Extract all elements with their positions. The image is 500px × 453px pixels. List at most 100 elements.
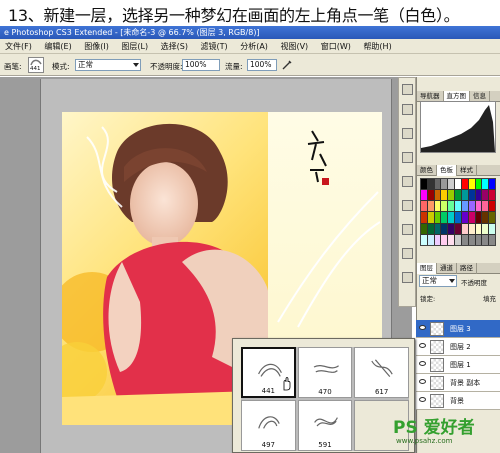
color-swatch[interactable] bbox=[421, 212, 427, 223]
color-swatch[interactable] bbox=[421, 223, 427, 234]
menu-item-help[interactable]: 帮助(H) bbox=[358, 39, 396, 54]
color-swatch[interactable] bbox=[475, 223, 482, 234]
color-swatch[interactable] bbox=[461, 223, 468, 234]
eye-icon[interactable] bbox=[419, 343, 426, 348]
color-swatch[interactable] bbox=[475, 190, 482, 201]
color-swatch[interactable] bbox=[482, 234, 489, 245]
color-swatch[interactable] bbox=[455, 223, 461, 234]
color-swatch[interactable] bbox=[468, 190, 475, 201]
swatches-grid[interactable] bbox=[420, 178, 496, 246]
eye-icon[interactable] bbox=[419, 325, 426, 330]
color-swatch[interactable] bbox=[441, 190, 448, 201]
color-swatch[interactable] bbox=[489, 201, 495, 212]
tab-layers[interactable]: 图层 bbox=[417, 263, 437, 274]
color-swatch[interactable] bbox=[421, 179, 427, 190]
color-swatch[interactable] bbox=[468, 212, 475, 223]
color-swatch[interactable] bbox=[468, 223, 475, 234]
color-swatch[interactable] bbox=[482, 223, 489, 234]
color-swatch[interactable] bbox=[434, 179, 441, 190]
color-swatch[interactable] bbox=[455, 190, 461, 201]
color-swatch[interactable] bbox=[434, 190, 441, 201]
color-swatch[interactable] bbox=[427, 201, 434, 212]
color-swatch[interactable] bbox=[461, 190, 468, 201]
brush-preset-button[interactable]: 441 bbox=[28, 57, 44, 73]
color-swatch[interactable] bbox=[421, 234, 427, 245]
color-swatch[interactable] bbox=[468, 201, 475, 212]
color-swatch[interactable] bbox=[482, 190, 489, 201]
marquee-tool-icon[interactable] bbox=[402, 104, 413, 115]
menu-item-view[interactable]: 视图(V) bbox=[275, 39, 313, 54]
brush-preset[interactable]: 617 bbox=[354, 347, 409, 398]
flow-input[interactable]: 100% bbox=[247, 59, 277, 71]
color-swatch[interactable] bbox=[482, 179, 489, 190]
layer-row[interactable]: 图层 3 bbox=[416, 320, 500, 338]
brush-preset[interactable]: 591 bbox=[297, 400, 353, 451]
color-swatch[interactable] bbox=[448, 179, 455, 190]
color-swatch[interactable] bbox=[427, 234, 434, 245]
color-swatch[interactable] bbox=[468, 234, 475, 245]
move-tool-icon[interactable] bbox=[402, 84, 413, 95]
color-swatch[interactable] bbox=[421, 201, 427, 212]
color-swatch[interactable] bbox=[455, 212, 461, 223]
mode-select[interactable]: 正常 bbox=[75, 59, 141, 71]
color-swatch[interactable] bbox=[434, 223, 441, 234]
crop-tool-icon[interactable] bbox=[402, 128, 413, 139]
color-swatch[interactable] bbox=[421, 190, 427, 201]
brush-preset[interactable]: 470 bbox=[297, 347, 353, 398]
color-swatch[interactable] bbox=[448, 223, 455, 234]
color-swatch[interactable] bbox=[475, 179, 482, 190]
brush-tool-icon[interactable] bbox=[402, 152, 413, 163]
tab-swatches[interactable]: 色板 bbox=[437, 165, 457, 176]
color-swatch[interactable] bbox=[427, 212, 434, 223]
opacity-input[interactable]: 100% bbox=[182, 59, 220, 71]
color-swatch[interactable] bbox=[455, 201, 461, 212]
color-swatch[interactable] bbox=[441, 223, 448, 234]
menu-item-analysis[interactable]: 分析(A) bbox=[235, 39, 273, 54]
menu-item-window[interactable]: 窗口(W) bbox=[316, 39, 356, 54]
color-swatch[interactable] bbox=[434, 201, 441, 212]
color-swatch[interactable] bbox=[482, 201, 489, 212]
color-swatch[interactable] bbox=[455, 179, 461, 190]
color-swatch[interactable] bbox=[434, 212, 441, 223]
color-swatch[interactable] bbox=[489, 234, 495, 245]
color-swatch[interactable] bbox=[461, 179, 468, 190]
color-swatch[interactable] bbox=[475, 201, 482, 212]
color-swatch[interactable] bbox=[448, 234, 455, 245]
eye-icon[interactable] bbox=[419, 379, 426, 384]
color-swatch[interactable] bbox=[461, 234, 468, 245]
eye-icon[interactable] bbox=[419, 361, 426, 366]
layer-row[interactable]: 图层 1 bbox=[416, 356, 500, 374]
hand-tool-icon[interactable] bbox=[402, 272, 413, 283]
menu-item-select[interactable]: 选择(S) bbox=[156, 39, 193, 54]
color-swatch[interactable] bbox=[448, 201, 455, 212]
airbrush-icon[interactable] bbox=[281, 59, 293, 71]
color-swatch[interactable] bbox=[475, 212, 482, 223]
color-swatch[interactable] bbox=[441, 201, 448, 212]
menu-item-image[interactable]: 图像(I) bbox=[79, 39, 114, 54]
color-swatch[interactable] bbox=[427, 179, 434, 190]
menu-item-file[interactable]: 文件(F) bbox=[0, 39, 37, 54]
color-swatch[interactable] bbox=[489, 190, 495, 201]
color-swatch[interactable] bbox=[427, 223, 434, 234]
pen-tool-icon[interactable] bbox=[402, 248, 413, 259]
color-swatch[interactable] bbox=[441, 179, 448, 190]
color-swatch[interactable] bbox=[427, 190, 434, 201]
eye-icon[interactable] bbox=[419, 397, 426, 402]
tab-channels[interactable]: 通道 bbox=[437, 263, 457, 274]
color-swatch[interactable] bbox=[441, 212, 448, 223]
color-swatch[interactable] bbox=[489, 223, 495, 234]
brush-preset[interactable]: 497 bbox=[241, 400, 296, 451]
layer-row[interactable]: 图层 2 bbox=[416, 338, 500, 356]
type-tool-icon[interactable] bbox=[402, 224, 413, 235]
tab-color[interactable]: 颜色 bbox=[417, 165, 437, 176]
menu-item-edit[interactable]: 编辑(E) bbox=[39, 39, 76, 54]
color-swatch[interactable] bbox=[482, 212, 489, 223]
tab-styles[interactable]: 样式 bbox=[457, 165, 477, 176]
color-swatch[interactable] bbox=[461, 212, 468, 223]
color-swatch[interactable] bbox=[468, 179, 475, 190]
history-tool-icon[interactable] bbox=[402, 176, 413, 187]
menu-item-filter[interactable]: 滤镜(T) bbox=[196, 39, 233, 54]
tab-paths[interactable]: 路径 bbox=[457, 263, 477, 274]
color-swatch[interactable] bbox=[448, 212, 455, 223]
color-swatch[interactable] bbox=[441, 234, 448, 245]
